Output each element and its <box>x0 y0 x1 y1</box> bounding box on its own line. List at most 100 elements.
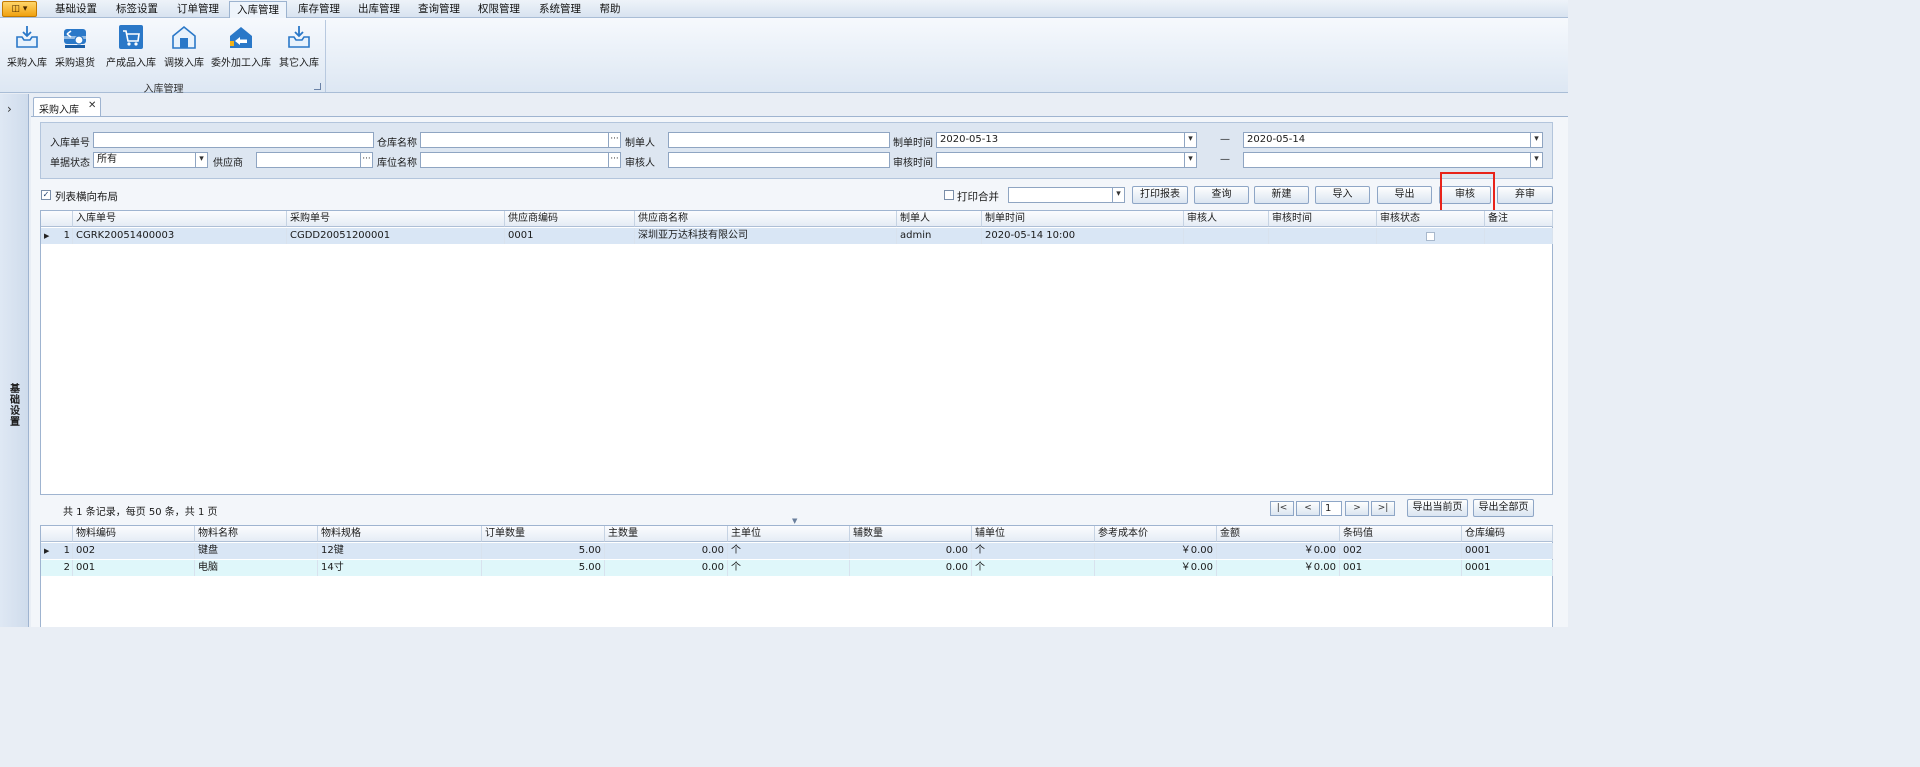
horizontal-layout-checkbox[interactable]: ✓ <box>41 190 51 200</box>
column-header[interactable]: 制单时间 <box>982 211 1184 227</box>
audit-time-from-input[interactable] <box>936 152 1185 168</box>
cell-main-unit[interactable]: 个 <box>728 560 850 576</box>
export-current-page-button[interactable]: 导出当前页 <box>1407 499 1468 517</box>
cell-create-time[interactable]: 2020-05-14 10:00 <box>982 228 1184 244</box>
cell-amount[interactable]: ￥0.00 <box>1217 560 1340 576</box>
cell-ref-cost[interactable]: ￥0.00 <box>1095 543 1217 559</box>
cell-receipt-no[interactable]: CGRK20051400003 <box>73 228 287 244</box>
menu-tab-inbound-management[interactable]: 入库管理 <box>229 1 287 18</box>
status-select[interactable]: 所有 <box>93 152 196 168</box>
column-header[interactable]: 物料规格 <box>318 526 482 542</box>
cell-audit-time[interactable] <box>1269 228 1377 244</box>
column-header[interactable]: 主数量 <box>605 526 728 542</box>
print-merge-checkbox[interactable] <box>944 190 954 200</box>
ribbon-button-purchase-inbound[interactable]: 采购入库 <box>4 22 50 69</box>
cell-material-name[interactable]: 电脑 <box>195 560 318 576</box>
menu-tab-basic-settings[interactable]: 基础设置 <box>47 1 105 18</box>
menu-tab-outbound-management[interactable]: 出库管理 <box>350 1 408 18</box>
create-time-to-input[interactable]: 2020-05-14 <box>1243 132 1531 148</box>
column-header[interactable]: 入库单号 <box>73 211 287 227</box>
cell-amount[interactable]: ￥0.00 <box>1217 543 1340 559</box>
horizontal-layout-label[interactable]: 列表横向布局 <box>55 189 118 204</box>
location-input[interactable] <box>420 152 609 168</box>
cell-audit-status[interactable] <box>1377 228 1485 244</box>
export-all-pages-button[interactable]: 导出全部页 <box>1473 499 1534 517</box>
cell-purchase-no[interactable]: CGDD20051200001 <box>287 228 505 244</box>
unaudit-button[interactable]: 弃审 <box>1497 186 1553 204</box>
app-menu-button[interactable]: ◫ ▾ <box>2 1 37 17</box>
ribbon-button-outsourced-inbound[interactable]: 委外加工入库 <box>209 22 273 69</box>
column-header[interactable]: 辅数量 <box>850 526 972 542</box>
dialog-launcher-icon[interactable] <box>314 83 321 90</box>
cell-order-qty[interactable]: 5.00 <box>482 543 605 559</box>
expand-sidebar-icon[interactable]: › <box>7 102 12 116</box>
cell-barcode[interactable]: 001 <box>1340 560 1462 576</box>
create-time-from-dropdown[interactable]: ▾ <box>1184 132 1197 148</box>
cell-material-code[interactable]: 001 <box>73 560 195 576</box>
status-dropdown[interactable]: ▾ <box>195 152 208 168</box>
column-header[interactable]: 制单人 <box>897 211 982 227</box>
menu-tab-system-management[interactable]: 系统管理 <box>531 1 589 18</box>
cell-warehouse-code[interactable]: 0001 <box>1462 560 1553 576</box>
column-header[interactable]: 物料名称 <box>195 526 318 542</box>
column-header[interactable]: 物料编码 <box>73 526 195 542</box>
auditor-input[interactable] <box>668 152 890 168</box>
column-header[interactable]: 审核时间 <box>1269 211 1377 227</box>
column-header[interactable]: 采购单号 <box>287 211 505 227</box>
cell-main-qty[interactable]: 0.00 <box>605 560 728 576</box>
splitter-handle-icon[interactable]: ▼ <box>792 517 797 525</box>
cell-aux-unit[interactable]: 个 <box>972 543 1095 559</box>
print-merge-label[interactable]: 打印合并 <box>957 189 999 204</box>
menu-tab-permission-management[interactable]: 权限管理 <box>470 1 528 18</box>
menu-tab-query-management[interactable]: 查询管理 <box>410 1 468 18</box>
warehouse-input[interactable] <box>420 132 609 148</box>
audit-time-to-dropdown[interactable]: ▾ <box>1530 152 1543 168</box>
cell-remark[interactable] <box>1485 228 1553 244</box>
first-page-button[interactable]: |< <box>1270 501 1294 516</box>
tab-purchase-inbound[interactable]: 采购入库 ✕ <box>33 97 101 116</box>
cell-auditor[interactable] <box>1184 228 1269 244</box>
cell-aux-qty[interactable]: 0.00 <box>850 560 972 576</box>
column-header[interactable]: 金额 <box>1217 526 1340 542</box>
audit-status-checkbox[interactable] <box>1426 232 1435 241</box>
last-page-button[interactable]: >| <box>1371 501 1395 516</box>
next-page-button[interactable]: > <box>1345 501 1369 516</box>
page-number-input[interactable]: 1 <box>1321 501 1342 516</box>
export-button[interactable]: 导出 <box>1377 186 1432 204</box>
query-button[interactable]: 查询 <box>1194 186 1249 204</box>
table-row[interactable]: 2 001 电脑 14寸 5.00 0.00 个 0.00 个 ￥0.00 ￥0… <box>41 560 1553 576</box>
receipt-no-input[interactable] <box>93 132 374 148</box>
cell-aux-unit[interactable]: 个 <box>972 560 1095 576</box>
warehouse-ellipsis-button[interactable]: ··· <box>608 132 621 148</box>
cell-warehouse-code[interactable]: 0001 <box>1462 543 1553 559</box>
cell-main-unit[interactable]: 个 <box>728 543 850 559</box>
new-button[interactable]: 新建 <box>1254 186 1309 204</box>
menu-tab-inventory-management[interactable]: 库存管理 <box>290 1 348 18</box>
column-header[interactable]: 仓库编码 <box>1462 526 1553 542</box>
cell-barcode[interactable]: 002 <box>1340 543 1462 559</box>
cell-supplier-name[interactable]: 深圳亚万达科技有限公司 <box>635 228 897 244</box>
cell-supplier-code[interactable]: 0001 <box>505 228 635 244</box>
menu-tab-help[interactable]: 帮助 <box>592 1 628 18</box>
column-header[interactable]: 辅单位 <box>972 526 1095 542</box>
location-ellipsis-button[interactable]: ··· <box>608 152 621 168</box>
ribbon-button-transfer-inbound[interactable]: 调拨入库 <box>160 22 208 69</box>
supplier-input[interactable] <box>256 152 361 168</box>
column-header[interactable]: 审核状态 <box>1377 211 1485 227</box>
column-header[interactable]: 条码值 <box>1340 526 1462 542</box>
cell-material-name[interactable]: 键盘 <box>195 543 318 559</box>
column-header[interactable]: 订单数量 <box>482 526 605 542</box>
cell-material-code[interactable]: 002 <box>73 543 195 559</box>
column-header[interactable]: 供应商名称 <box>635 211 897 227</box>
table-row[interactable]: ▶ 1 002 键盘 12键 5.00 0.00 个 0.00 个 ￥0.00 … <box>41 543 1553 559</box>
close-icon[interactable]: ✕ <box>88 100 96 111</box>
cell-main-qty[interactable]: 0.00 <box>605 543 728 559</box>
audit-time-from-dropdown[interactable]: ▾ <box>1184 152 1197 168</box>
cell-ref-cost[interactable]: ￥0.00 <box>1095 560 1217 576</box>
audit-time-to-input[interactable] <box>1243 152 1531 168</box>
cell-order-qty[interactable]: 5.00 <box>482 560 605 576</box>
create-time-from-input[interactable]: 2020-05-13 <box>936 132 1185 148</box>
supplier-ellipsis-button[interactable]: ··· <box>360 152 373 168</box>
table-row[interactable]: ▶ 1 CGRK20051400003 CGDD20051200001 0001… <box>41 228 1553 244</box>
column-header[interactable]: 备注 <box>1485 211 1553 227</box>
